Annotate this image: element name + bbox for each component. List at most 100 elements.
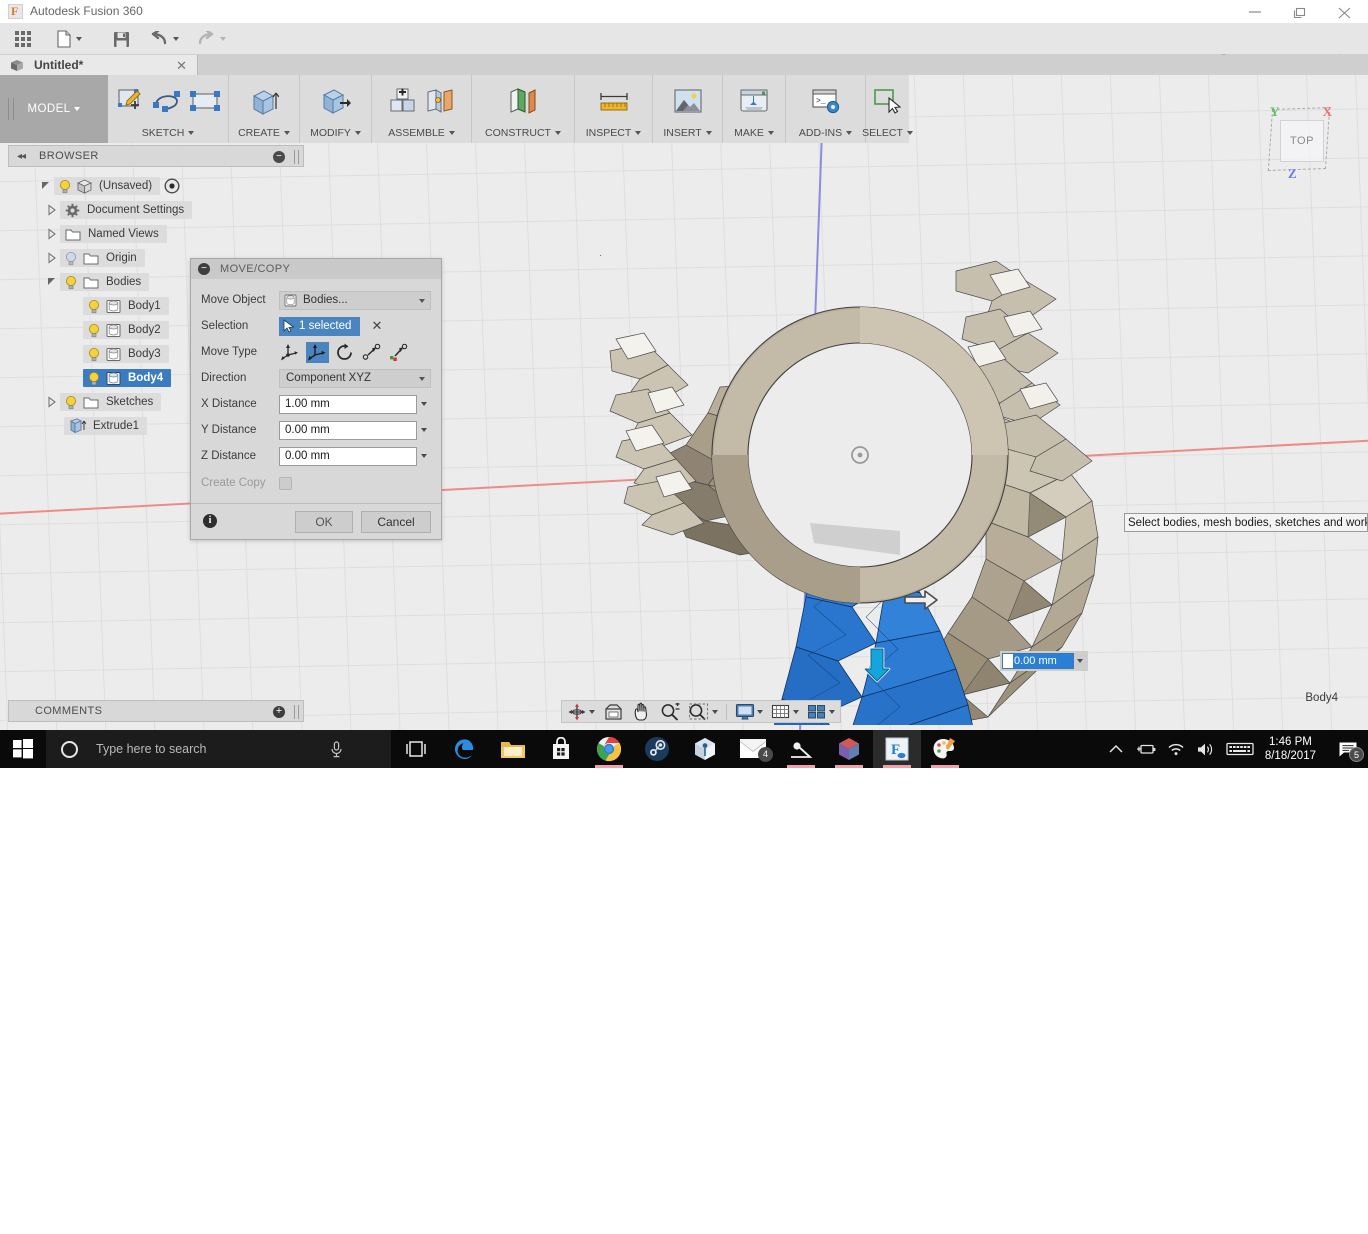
y-distance-input[interactable]: 0.00 mm bbox=[279, 420, 417, 440]
view-cube-face[interactable]: TOP bbox=[1280, 120, 1324, 162]
light-bulb-off-icon[interactable] bbox=[64, 251, 78, 266]
taskbar-app-steam[interactable] bbox=[633, 730, 681, 768]
select-button[interactable] bbox=[871, 84, 905, 118]
zoom-button[interactable] bbox=[659, 701, 681, 722]
y-axis-drag-arrow[interactable] bbox=[862, 647, 892, 690]
info-circle-icon[interactable]: i bbox=[203, 514, 217, 528]
viewports-button[interactable] bbox=[806, 701, 836, 722]
save-button[interactable] bbox=[104, 23, 138, 55]
taskbar-app-paint-3d[interactable] bbox=[921, 730, 969, 768]
ribbon-label-insert[interactable]: INSERT bbox=[663, 127, 712, 143]
taskbar-app-file-explorer[interactable] bbox=[489, 730, 537, 768]
restore-button[interactable] bbox=[1278, 0, 1323, 23]
move-type-rotate[interactable] bbox=[333, 342, 356, 363]
ribbon-label-addins[interactable]: ADD-INS bbox=[799, 127, 853, 143]
ribbon-label-inspect[interactable]: INSPECT bbox=[586, 127, 642, 143]
chevron-collapsed-icon[interactable] bbox=[46, 252, 58, 264]
microphone-icon[interactable] bbox=[330, 741, 343, 763]
ribbon-label-select[interactable]: SELECT bbox=[862, 127, 913, 143]
taskbar-app-microsoft-store[interactable] bbox=[537, 730, 585, 768]
light-bulb-icon[interactable] bbox=[64, 395, 78, 410]
view-cube[interactable]: TOP Y X Z bbox=[1258, 100, 1338, 181]
move-type-point-to-position[interactable] bbox=[387, 342, 410, 363]
selection-button[interactable]: 1 selected bbox=[279, 316, 361, 336]
comments-panel[interactable]: COMMENTS + bbox=[8, 700, 304, 722]
3d-print-button[interactable] bbox=[737, 84, 771, 118]
taskbar-app-edge[interactable] bbox=[441, 730, 489, 768]
spline-button[interactable] bbox=[151, 84, 185, 118]
z-distance-dropdown[interactable] bbox=[417, 454, 431, 458]
comments-resize-grip[interactable] bbox=[294, 705, 299, 719]
light-bulb-icon[interactable] bbox=[87, 299, 101, 314]
ribbon-label-modify[interactable]: MODIFY bbox=[310, 127, 361, 143]
move-object-dropdown[interactable]: Bodies... bbox=[279, 290, 431, 310]
create-copy-checkbox[interactable] bbox=[279, 476, 292, 490]
x-distance-dropdown[interactable] bbox=[417, 402, 431, 406]
cancel-button[interactable]: Cancel bbox=[361, 510, 431, 533]
chevron-collapsed-icon[interactable] bbox=[46, 204, 58, 216]
z-distance-input[interactable]: 0.00 mm bbox=[279, 446, 417, 466]
pan-button[interactable] bbox=[631, 701, 652, 722]
close-button[interactable] bbox=[1323, 0, 1368, 23]
rectangle-button[interactable] bbox=[188, 84, 222, 118]
target-circle-icon[interactable] bbox=[164, 178, 180, 194]
ribbon-label-construct[interactable]: CONSTRUCT bbox=[485, 127, 561, 143]
taskbar-app-mail[interactable]: 4 bbox=[729, 730, 777, 768]
clear-selection-icon[interactable]: ✕ bbox=[371, 318, 382, 334]
fit-button[interactable] bbox=[687, 701, 719, 722]
search-input[interactable]: Type here to search bbox=[46, 730, 391, 768]
insert-image-button[interactable] bbox=[671, 84, 705, 118]
task-view-button[interactable] bbox=[391, 730, 441, 768]
inline-distance-field[interactable]: 0.00 mm bbox=[1002, 653, 1074, 669]
browser-resize-grip[interactable] bbox=[294, 150, 299, 164]
notifications-button[interactable]: 5 bbox=[1328, 730, 1368, 768]
create-sketch-button[interactable] bbox=[114, 84, 148, 118]
redo-button[interactable] bbox=[192, 23, 236, 55]
show-data-panel-button[interactable] bbox=[6, 23, 40, 55]
volume-button[interactable] bbox=[1191, 730, 1221, 768]
tree-item-document-settings[interactable]: Document Settings bbox=[8, 198, 304, 222]
chevron-collapsed-icon[interactable] bbox=[46, 396, 58, 408]
offset-plane-button[interactable] bbox=[506, 84, 540, 118]
clock[interactable]: 1:46 PM 8/18/2017 bbox=[1259, 735, 1328, 763]
inline-distance-dropdown[interactable] bbox=[1074, 659, 1086, 663]
inline-distance-input[interactable]: 0.00 mm bbox=[1000, 651, 1088, 671]
move-type-translate[interactable] bbox=[306, 341, 329, 363]
workspace-selector[interactable]: MODEL bbox=[0, 75, 108, 143]
direction-dropdown[interactable]: Component XYZ bbox=[279, 368, 431, 388]
minus-circle-icon[interactable]: − bbox=[273, 151, 285, 163]
plus-circle-icon[interactable]: + bbox=[273, 706, 285, 718]
undo-button[interactable] bbox=[145, 23, 189, 55]
extrude-button[interactable] bbox=[247, 84, 281, 118]
light-bulb-icon[interactable] bbox=[87, 371, 101, 386]
close-tab-icon[interactable]: ✕ bbox=[176, 58, 187, 74]
press-pull-button[interactable] bbox=[319, 84, 353, 118]
chevron-collapsed-icon[interactable] bbox=[46, 228, 58, 240]
document-tab-untitled[interactable]: Untitled* ✕ bbox=[0, 55, 198, 75]
script-addin-button[interactable]: >_ bbox=[809, 84, 843, 118]
show-hidden-icons-button[interactable] bbox=[1101, 730, 1131, 768]
taskbar-app-autodesk[interactable] bbox=[825, 730, 873, 768]
taskbar-app-chrome[interactable] bbox=[585, 730, 633, 768]
double-chevron-left-icon[interactable]: ◂◂ bbox=[17, 151, 26, 162]
measure-button[interactable] bbox=[597, 84, 631, 118]
look-at-button[interactable] bbox=[603, 701, 624, 722]
ribbon-label-make[interactable]: MAKE bbox=[734, 127, 774, 143]
display-settings-button[interactable] bbox=[734, 701, 764, 722]
ribbon-label-sketch[interactable]: SKETCH bbox=[142, 127, 195, 143]
chevron-expanded-icon[interactable] bbox=[46, 276, 58, 288]
tree-item-unsaved[interactable]: (Unsaved) bbox=[8, 174, 304, 198]
light-bulb-icon[interactable] bbox=[87, 347, 101, 362]
minimize-button[interactable] bbox=[1233, 0, 1278, 23]
file-menu-button[interactable] bbox=[52, 23, 92, 55]
grid-snaps-button[interactable] bbox=[770, 701, 800, 722]
battery-button[interactable] bbox=[1131, 730, 1161, 768]
joint-button[interactable] bbox=[423, 84, 457, 118]
move-type-point-to-point[interactable] bbox=[360, 342, 383, 363]
x-axis-drag-arrow[interactable] bbox=[903, 587, 941, 618]
light-bulb-icon[interactable] bbox=[58, 179, 72, 194]
wifi-button[interactable] bbox=[1161, 730, 1191, 768]
y-distance-dropdown[interactable] bbox=[417, 428, 431, 432]
move-type-free-move[interactable] bbox=[279, 342, 302, 363]
ribbon-label-assemble[interactable]: ASSEMBLE bbox=[388, 127, 455, 143]
